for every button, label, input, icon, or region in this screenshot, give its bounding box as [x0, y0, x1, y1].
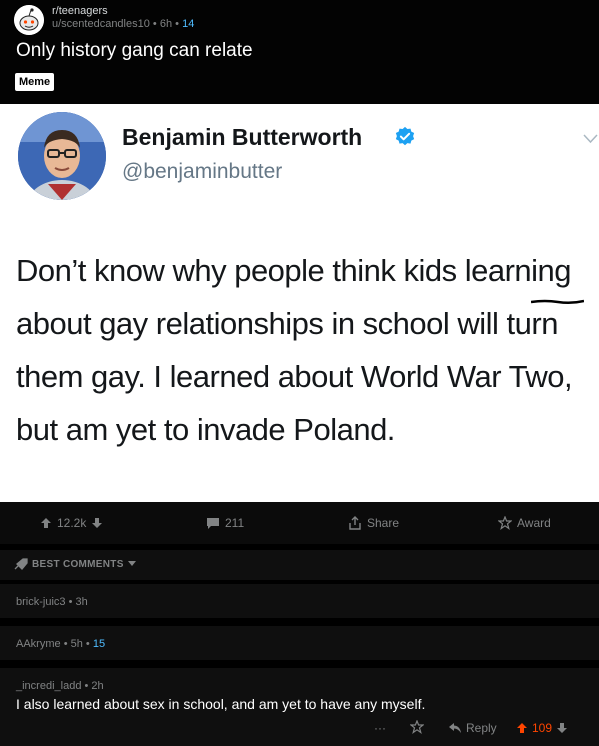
post-author[interactable]: u/scentedcandles10 [52, 18, 150, 30]
subreddit-avatar[interactable] [14, 5, 44, 35]
comment-body: I also learned about sex in school, and … [16, 696, 426, 712]
comment-meta: _incredi_ladd • 2h [16, 680, 104, 692]
reply-icon [449, 723, 461, 733]
chevron-down-icon [583, 134, 598, 144]
comment-author[interactable]: AAkryme [16, 638, 61, 650]
comment-count: 211 [225, 516, 245, 530]
comment-meta: brick-juic3 • 3h [16, 596, 88, 608]
comment-sort-dropdown[interactable]: BEST COMMENTS [14, 558, 136, 570]
verified-badge-icon [395, 126, 415, 146]
meta-separator: • [63, 638, 71, 650]
comment-item[interactable]: brick-juic3 • 3h [0, 584, 599, 618]
award-label: Award [517, 516, 551, 530]
upvote-arrow-icon[interactable] [516, 722, 528, 734]
comment-meta: AAkryme • 5h • 15 [16, 638, 105, 650]
post-header: r/teenagers u/scentedcandles10 • 6h • 14… [0, 0, 599, 104]
share-icon [349, 516, 361, 530]
meta-separator: • [85, 638, 93, 650]
tweet-text: Don’t know why people think kids learnin… [16, 253, 573, 447]
tweet-author-handle: @benjaminbutter [122, 160, 283, 183]
comment-age: 5h [70, 638, 83, 650]
comments-button[interactable]: 211 [206, 516, 244, 530]
comment-vote-group: 109 [516, 721, 568, 735]
tweet-author-name: Benjamin Butterworth [122, 124, 363, 150]
award-icon [498, 516, 512, 530]
downvote-arrow-icon[interactable] [91, 517, 103, 529]
vote-group: 12.2k [40, 516, 103, 530]
rocket-icon [14, 558, 28, 570]
comment-author[interactable]: _incredi_ladd [16, 680, 81, 692]
tweet-image[interactable]: Benjamin Butterworth @benjaminbutter Don… [0, 104, 599, 502]
award-button[interactable]: Award [498, 516, 551, 530]
more-icon: ··· [374, 721, 386, 735]
comment-age: 3h [75, 596, 88, 608]
comment-sort-label: BEST COMMENTS [32, 558, 124, 570]
comment-age: 2h [91, 680, 104, 692]
meta-separator: • [68, 596, 76, 608]
comment-icon [207, 517, 219, 529]
upvote-count: 12.2k [57, 516, 87, 530]
caret-down-icon [127, 561, 136, 566]
post-flair[interactable]: Meme [15, 73, 55, 91]
reply-button[interactable]: Reply [448, 721, 497, 735]
comment-points: 15 [92, 638, 106, 650]
comment-vote-count: 109 [532, 721, 553, 735]
more-options-button[interactable]: ··· [374, 721, 386, 735]
award-comment-button[interactable] [410, 720, 424, 734]
person-avatar-icon [18, 112, 106, 200]
downvote-arrow-icon[interactable] [556, 722, 568, 734]
comment-item[interactable]: AAkryme • 5h • 15 [0, 626, 599, 660]
reply-label: Reply [466, 721, 497, 735]
subreddit-name[interactable]: r/teenagers [52, 5, 108, 17]
tweet-avatar [18, 112, 106, 200]
post-action-bar: 12.2k 211 Share Award [0, 502, 599, 544]
post-title[interactable]: Only history gang can relate [16, 40, 253, 62]
post-age: 6h [159, 18, 173, 30]
meta-separator: • [152, 18, 160, 30]
post-points: 14 [182, 18, 195, 30]
upvote-arrow-icon[interactable] [40, 517, 52, 529]
share-label: Share [367, 516, 400, 530]
post-meta: u/scentedcandles10 • 6h • 14 [52, 18, 194, 30]
scribble-mark [531, 299, 584, 305]
snoo-icon [14, 5, 44, 35]
comment-action-bar: ··· Reply 109 [0, 720, 599, 740]
award-icon [410, 720, 424, 734]
comment-sort-bar[interactable]: BEST COMMENTS [0, 550, 599, 580]
comment-author[interactable]: brick-juic3 [16, 596, 66, 608]
share-button[interactable]: Share [348, 516, 399, 530]
